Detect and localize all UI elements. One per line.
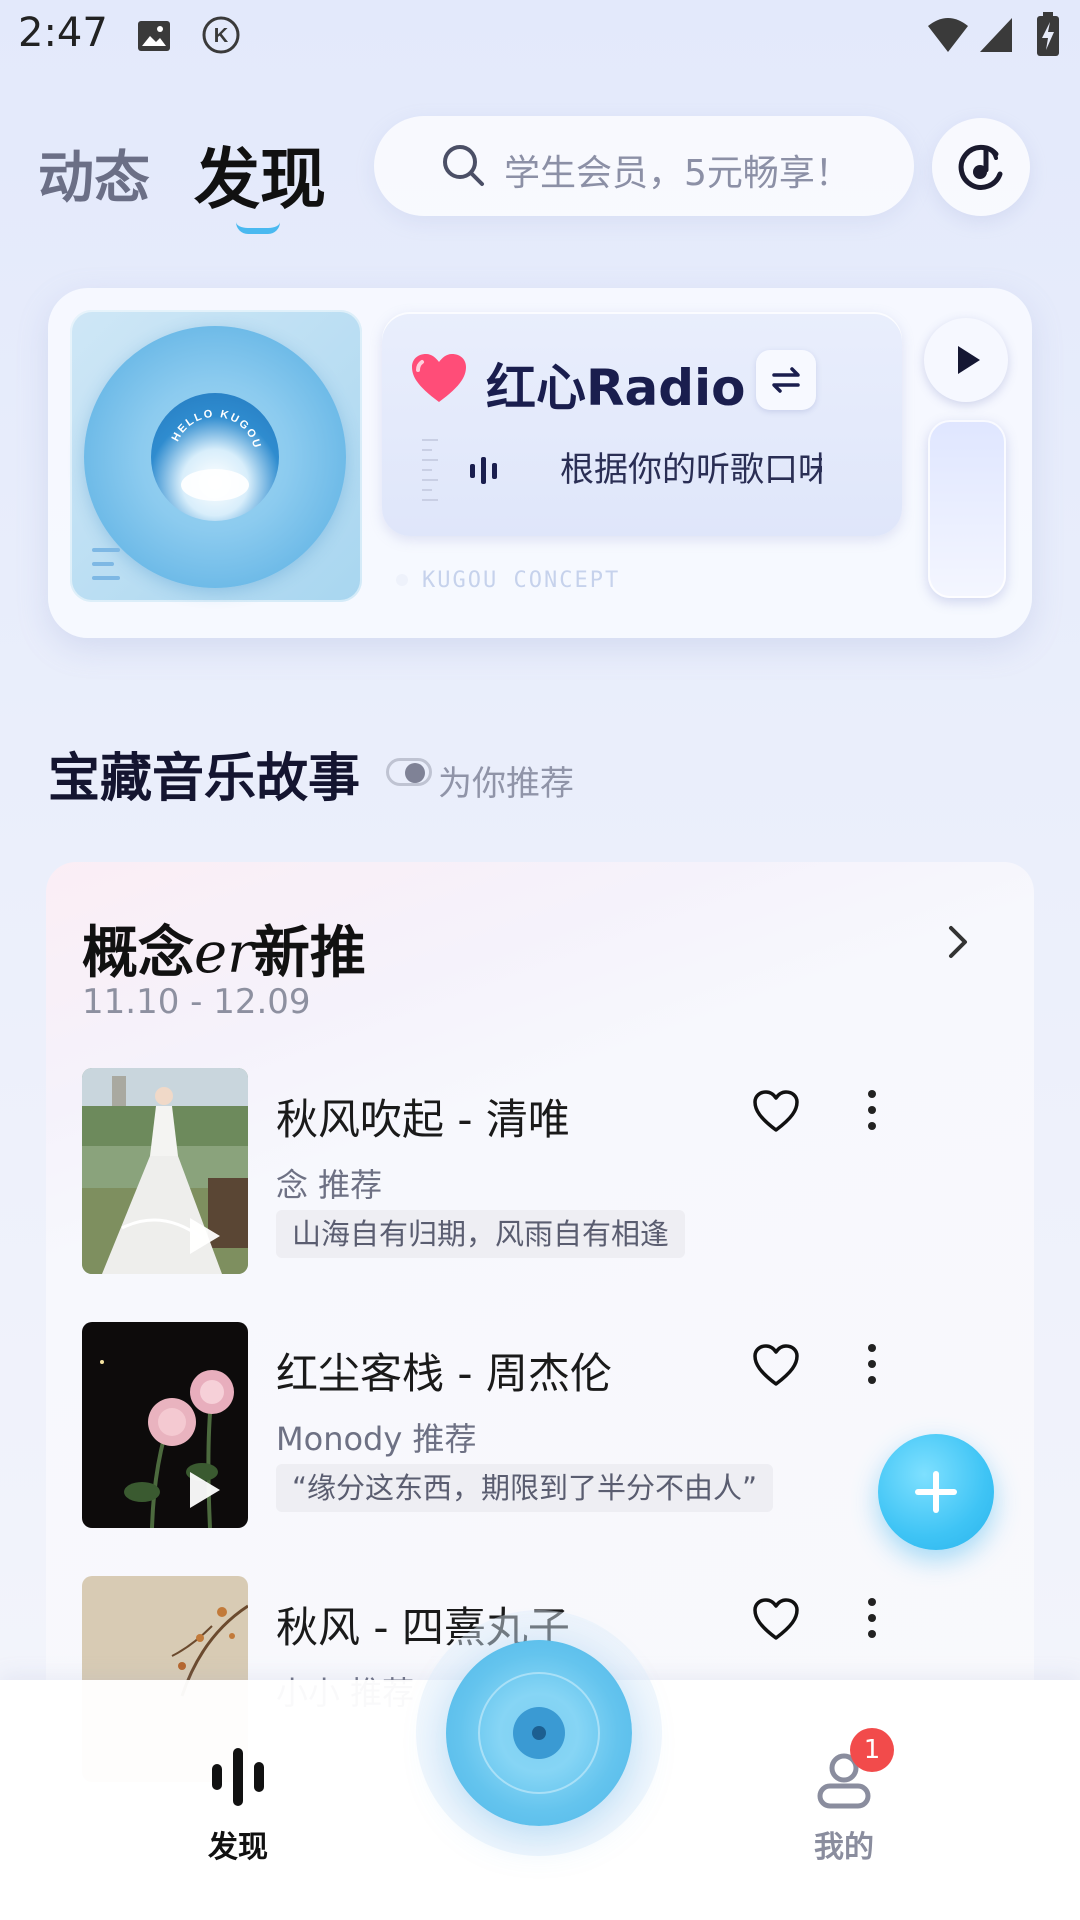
now-playing-disc[interactable] [446,1640,632,1826]
album-line [92,548,120,552]
nav-item-faxian[interactable]: 发现 [198,1746,278,1866]
recommend-toggle-label: 为你推荐 [438,764,574,804]
play-overlay-icon[interactable] [184,1468,224,1512]
play-overlay-icon[interactable] [184,1214,224,1258]
disc-ring-text [478,1672,600,1794]
gallery-icon [138,21,170,51]
song-item[interactable]: 秋风吹起 - 清唯 念 推荐 山海自有归期，风雨自有相逢 [82,1068,1002,1278]
playlist-title[interactable]: 概念er新推 [82,908,366,989]
vinyl-disc: HELLO KUGOU [84,326,346,588]
playlist-title-italic: er [194,921,254,986]
chevron-right-icon[interactable] [946,924,970,960]
kugou-status-icon: K [202,16,240,54]
active-tab-indicator [236,222,280,234]
radio-subtitle: 根据你的听歌口味 [560,450,822,490]
swap-icon [772,367,800,393]
vinyl-label-text: HELLO KUGOU [170,408,264,501]
add-fab-button[interactable] [878,1434,994,1550]
ruler-ticks [422,439,438,501]
radio-play-button[interactable] [924,318,1008,402]
equalizer-icon [470,457,497,484]
nav-label-wode: 我的 [814,1830,874,1865]
radio-album-box: HELLO KUGOU [70,310,362,602]
song-comment-tag: 山海自有归期，风雨自有相逢 [276,1210,686,1258]
search-placeholder: 学生会员，5元畅享！ [504,153,851,194]
song-recommender: 念 推荐 [276,1166,383,1204]
song-comment-tag: “缘分这东西，期限到了半分不由人” [276,1464,774,1512]
playlist-title-prefix: 概念 [82,921,194,986]
like-icon[interactable] [752,1598,800,1642]
album-line [92,576,120,580]
signal-icon [980,18,1012,52]
search-bar[interactable]: 学生会员，5元畅享！ [374,116,914,216]
plus-icon [915,1471,957,1513]
toggle-knob [405,763,425,783]
more-icon[interactable] [864,1088,880,1132]
like-icon[interactable] [752,1090,800,1134]
discover-bars-icon [212,1748,264,1806]
like-icon[interactable] [752,1344,800,1388]
nav-label-faxian: 发现 [208,1830,268,1865]
heart-radio-card[interactable]: HELLO KUGOU 红心Radio 根据你的听歌口味 KUGOU CONCE… [48,288,1032,638]
status-time: 2:47 [18,10,108,56]
song-recommender: Monody 推荐 [276,1420,477,1458]
svg-text:K: K [214,25,229,47]
song-title: 红尘客栈 - 周杰伦 [276,1349,612,1398]
concept-label: KUGOU CONCEPT [422,568,621,593]
vinyl-label: HELLO KUGOU [151,393,279,521]
song-item[interactable]: 红尘客栈 - 周杰伦 Monody 推荐 “缘分这东西，期限到了半分不由人” [82,1322,1002,1532]
search-icon [443,145,484,186]
radio-switch-button[interactable] [756,350,816,410]
radio-side-slider[interactable] [928,420,1006,598]
tab-dongtai[interactable]: 动态 [38,133,150,214]
battery-icon [1037,12,1059,56]
recommend-toggle[interactable] [386,758,432,786]
song-title: 秋风吹起 - 清唯 [276,1095,570,1144]
radio-info-panel: 红心Radio 根据你的听歌口味 [382,312,902,536]
music-recognize-icon [958,144,1003,190]
section-title: 宝藏音乐故事 [48,749,361,809]
recognize-music-button[interactable] [932,118,1030,216]
tab-faxian[interactable]: 发现 [194,126,326,222]
more-icon[interactable] [864,1596,880,1640]
more-icon[interactable] [864,1342,880,1386]
concept-dot [396,574,408,586]
playlist-title-suffix: 新推 [253,921,366,986]
wifi-icon [928,18,968,52]
notification-badge: 1 [850,1728,894,1772]
heart-icon [412,354,466,402]
playlist-date-range: 11.10 - 12.09 [82,982,311,1022]
album-line [92,562,114,566]
play-icon [958,346,980,374]
radio-title: 红心Radio [486,359,746,417]
svg-text:HELLO KUGOU: HELLO KUGOU [170,408,264,451]
